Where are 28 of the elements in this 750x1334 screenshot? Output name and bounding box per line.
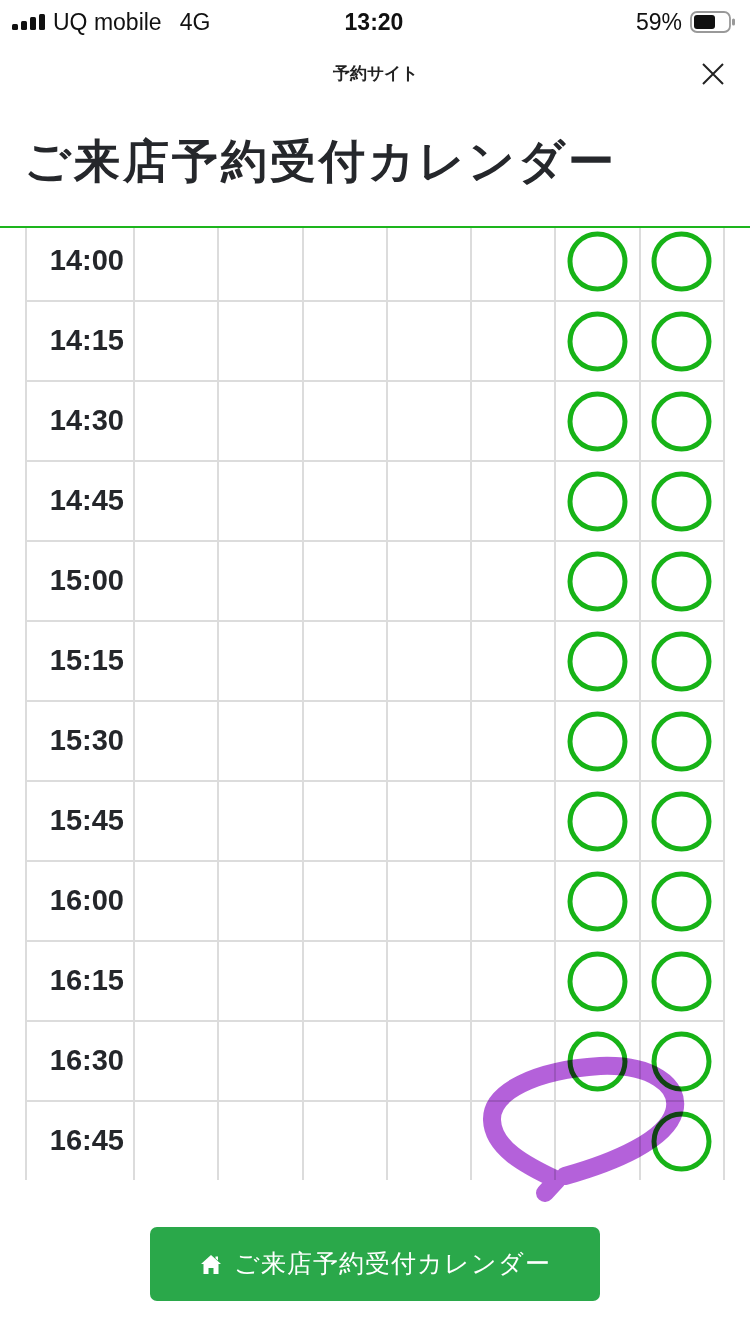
time-cell: 15:30 (26, 701, 134, 781)
circle-icon[interactable] (651, 1110, 713, 1172)
time-cell: 16:45 (26, 1101, 134, 1180)
calendar-button[interactable]: ご来店予約受付カレンダー (150, 1227, 600, 1301)
battery-percent: 59% (635, 7, 682, 37)
page-title: ご来店予約受付カレンダー (24, 135, 617, 187)
close-icon (702, 63, 724, 85)
time-cell: 15:45 (26, 781, 134, 861)
time-cell: 15:00 (26, 541, 134, 621)
time-cell: 14:30 (26, 381, 134, 461)
time-cell: 14:00 (26, 228, 134, 301)
button-label: ご来店予約受付カレンダー (233, 1248, 551, 1280)
header-title: 予約サイト (332, 64, 418, 84)
network-type: 4G (179, 7, 211, 37)
time-cell: 14:15 (26, 301, 134, 381)
close-button[interactable] (702, 63, 724, 85)
circle-icon[interactable] (567, 1030, 629, 1092)
time-cell: 16:30 (26, 1021, 134, 1101)
circle-icon[interactable] (651, 1030, 713, 1092)
clock-time: 13:20 (344, 8, 404, 35)
signal-icon (12, 14, 45, 30)
home-icon (199, 1253, 222, 1275)
battery-icon (690, 11, 736, 33)
carrier-name: UQ mobile (53, 7, 162, 37)
time-cell: 14:45 (26, 461, 134, 541)
time-cell: 15:15 (26, 621, 134, 701)
time-cell: 16:15 (26, 941, 134, 1021)
time-cell: 16:00 (26, 861, 134, 941)
